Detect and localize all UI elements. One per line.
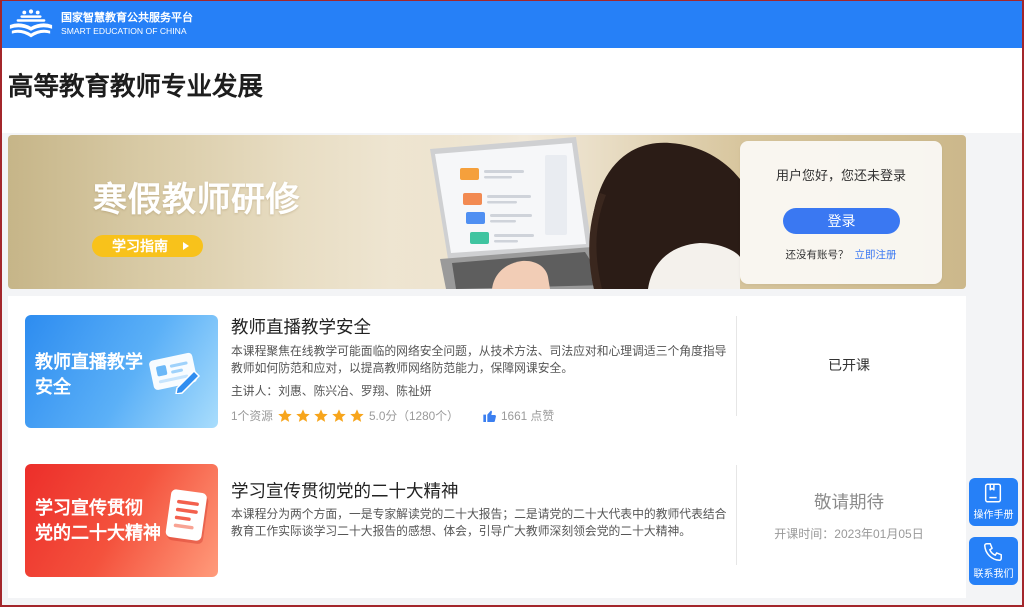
course-card[interactable]: 教师直播教学 安全 教师直播教学安全 本课程聚焦在线教学可能面临的网络安全问题，… bbox=[8, 296, 966, 446]
star-icon bbox=[350, 409, 364, 422]
no-account-text: 还没有账号？ bbox=[785, 249, 849, 261]
manual-button[interactable]: 操作手册 bbox=[969, 478, 1018, 526]
login-button[interactable]: 登录 bbox=[783, 208, 900, 234]
contact-button[interactable]: 联系我们 bbox=[969, 537, 1018, 585]
like-count: 1661 点赞 bbox=[501, 409, 555, 423]
course-title[interactable]: 学习宣传贯彻党的二十大精神 bbox=[231, 480, 459, 502]
phone-icon bbox=[984, 543, 1002, 561]
study-guide-label: 学习指南 bbox=[112, 238, 168, 254]
page-title: 高等教育教师专业发展 bbox=[8, 73, 264, 101]
course-description: 本课程分为两个方面，一是专家解读党的二十大报告；二是请党的二十大代表中的教师代表… bbox=[231, 507, 727, 538]
course-thumbnail[interactable]: 教师直播教学 安全 bbox=[25, 315, 218, 428]
page: 国家智慧教育公共服务平台 SMART EDUCATION OF CHINA 高等… bbox=[0, 0, 1024, 607]
course-description: 本课程聚焦在线教学可能面临的网络安全问题，从技术方法、司法应对和心理调适三个角度… bbox=[231, 344, 727, 375]
manual-icon bbox=[984, 483, 1002, 503]
register-link[interactable]: 立即注册 bbox=[855, 249, 897, 261]
card-divider bbox=[736, 465, 737, 565]
thumbnail-title-line: 安全 bbox=[35, 377, 71, 397]
banner-heading: 寒假教师研修 bbox=[93, 181, 300, 219]
star-icon bbox=[296, 409, 310, 422]
thumbs-up-icon[interactable] bbox=[482, 408, 498, 424]
thumbnail-title: 学习宣传贯彻 党的二十大精神 bbox=[35, 496, 161, 546]
course-title[interactable]: 教师直播教学安全 bbox=[231, 316, 371, 338]
platform-logo[interactable]: 国家智慧教育公共服务平台 SMART EDUCATION OF CHINA bbox=[8, 7, 208, 41]
course-list: 教师直播教学 安全 教师直播教学安全 本课程聚焦在线教学可能面临的网络安全问题，… bbox=[8, 296, 966, 598]
course-status: 已开课 bbox=[828, 357, 870, 373]
logo-subtitle: SMART EDUCATION OF CHINA bbox=[61, 26, 187, 36]
rating-stars bbox=[277, 408, 367, 425]
top-header: 国家智慧教育公共服务平台 SMART EDUCATION OF CHINA bbox=[0, 0, 1024, 48]
resource-count: 1个资源 bbox=[231, 409, 273, 423]
star-icon bbox=[332, 409, 346, 422]
register-prompt: 还没有账号？ 立即注册 bbox=[740, 248, 942, 262]
logo-icon bbox=[9, 9, 53, 38]
thumbnail-title-line: 教师直播教学 bbox=[35, 352, 143, 372]
rating-score: 5.0分（1280个） bbox=[369, 409, 459, 423]
course-start-time: 开课时间：2023年01月05日 bbox=[774, 527, 924, 541]
card-edit-icon bbox=[149, 352, 201, 394]
star-icon bbox=[314, 409, 328, 422]
login-card: 用户您好，您还未登录 登录 还没有账号？ 立即注册 bbox=[740, 141, 942, 284]
contact-label: 联系我们 bbox=[973, 569, 1014, 580]
course-lecturers: 主讲人：刘惠、陈兴冶、罗翔、陈祉妍 bbox=[231, 384, 432, 398]
login-greeting: 用户您好，您还未登录 bbox=[775, 168, 906, 183]
banner-illustration bbox=[380, 135, 740, 289]
study-guide-button[interactable]: 学习指南 bbox=[92, 235, 203, 257]
course-status: 敬请期待 bbox=[814, 492, 884, 512]
logo-title: 国家智慧教育公共服务平台 bbox=[61, 12, 193, 24]
triangle-right-icon bbox=[183, 242, 189, 250]
thumbnail-title-line: 党的二十大精神 bbox=[35, 523, 161, 543]
thumbnail-title: 教师直播教学 安全 bbox=[35, 350, 143, 400]
manual-label: 操作手册 bbox=[973, 510, 1014, 521]
thumbnail-title-line: 学习宣传贯彻 bbox=[35, 498, 143, 518]
star-icon bbox=[278, 409, 292, 422]
document-icon bbox=[165, 489, 209, 544]
course-thumbnail[interactable]: 学习宣传贯彻 党的二十大精神 bbox=[25, 464, 218, 577]
course-card[interactable]: 学习宣传贯彻 党的二十大精神 学习宣传贯彻党的二十大精神 本课程分为两个方面，一… bbox=[8, 446, 966, 596]
